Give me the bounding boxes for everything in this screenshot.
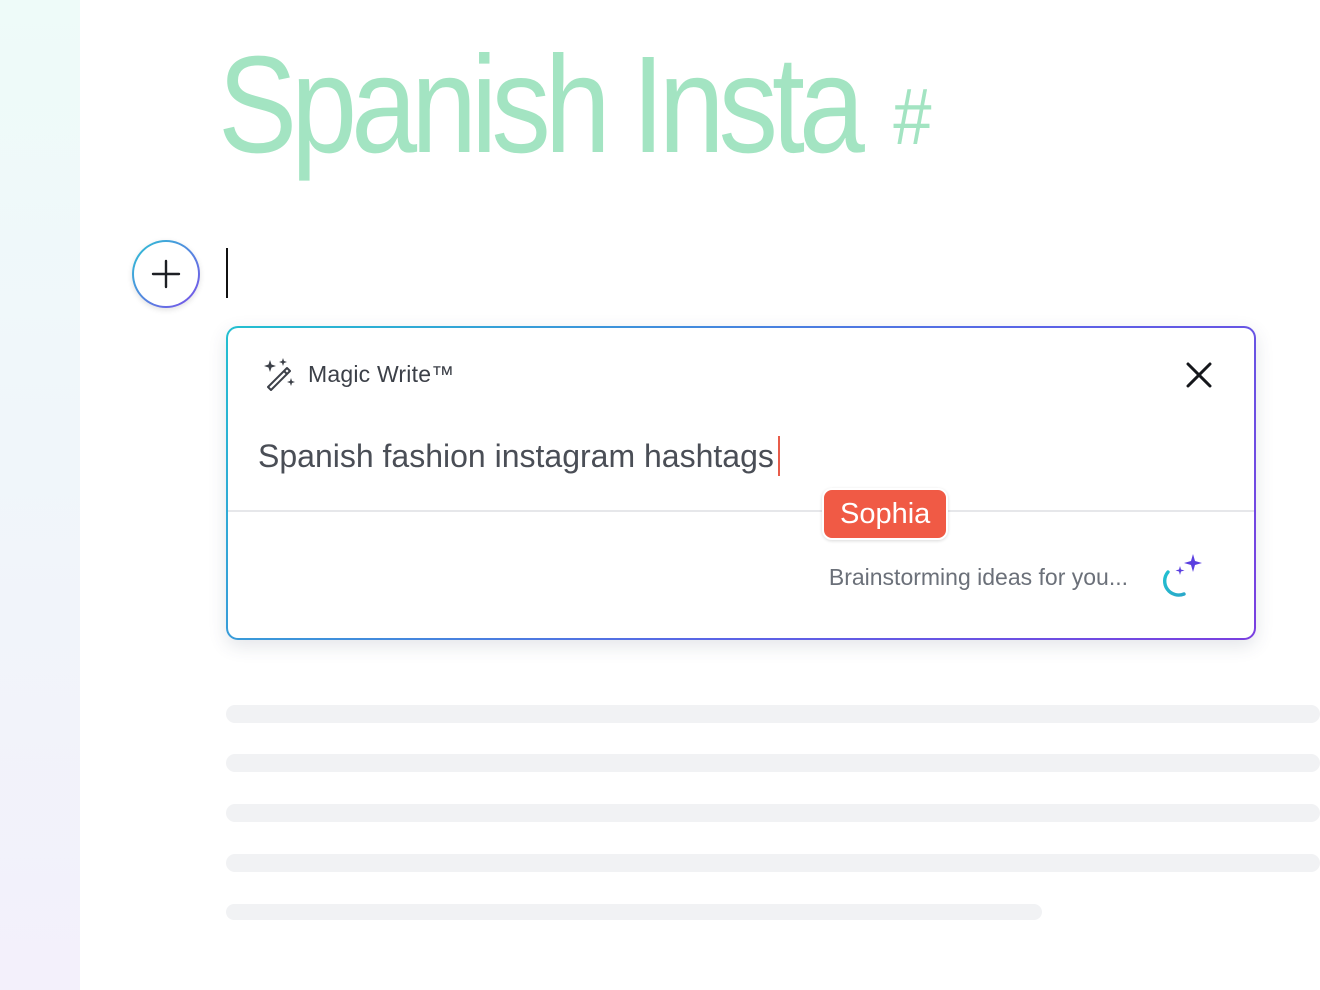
magic-write-header: Magic Write™ [260, 356, 454, 392]
left-sidebar-strip [0, 0, 80, 990]
prompt-text: Spanish fashion instagram hashtags [258, 437, 774, 474]
loading-line [226, 705, 1320, 723]
loading-line [226, 804, 1320, 822]
panel-divider [228, 510, 1254, 512]
document-title-hash: # [893, 72, 932, 161]
editor-text-caret [226, 248, 228, 298]
plus-icon [151, 259, 181, 289]
loading-line [226, 754, 1320, 772]
magic-write-prompt-input[interactable]: Spanish fashion instagram hashtags [258, 436, 780, 476]
close-icon[interactable] [1184, 360, 1214, 390]
add-block-button[interactable] [132, 240, 200, 308]
document-title-text: Spanish Insta [218, 28, 865, 182]
prompt-caret [777, 436, 780, 476]
document-title[interactable]: Spanish Insta # [218, 36, 932, 174]
loading-line [226, 854, 1320, 872]
collaborator-cursor-label: Sophia [822, 488, 949, 540]
status-text: Brainstorming ideas for you... [828, 564, 1128, 590]
sparkle-spinner-icon [1162, 554, 1202, 597]
loading-line [226, 904, 1042, 920]
magic-write-panel: Magic Write™ Spanish fashion instagram h… [226, 326, 1256, 640]
magic-wand-icon [264, 358, 295, 391]
magic-write-title: Magic Write™ [308, 360, 455, 387]
